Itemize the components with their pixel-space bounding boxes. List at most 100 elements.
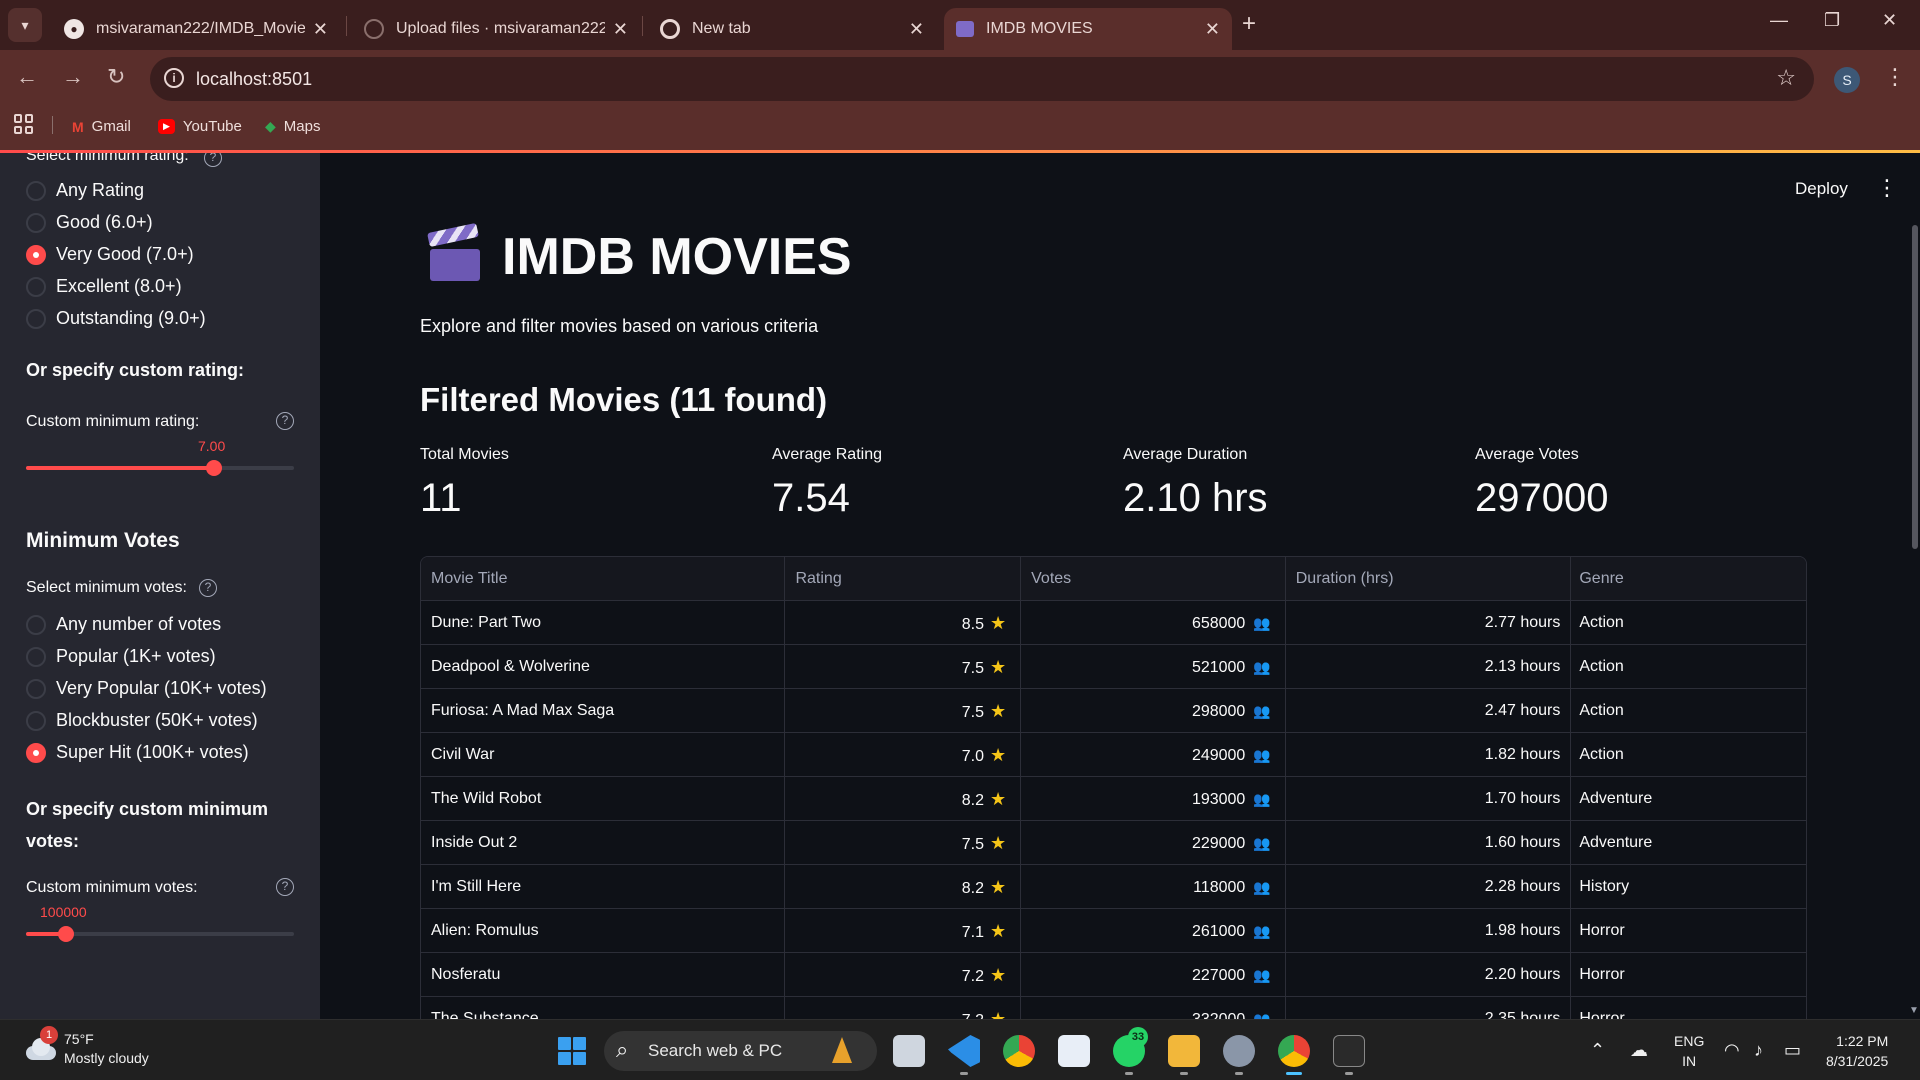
rating-option-outstanding[interactable]: Outstanding (9.0+) — [26, 308, 206, 329]
cell-votes[interactable]: 658000 👥 — [1021, 601, 1286, 644]
vscode-icon[interactable] — [948, 1035, 980, 1067]
cell-votes[interactable]: 193000 👥 — [1021, 777, 1286, 820]
cell-rating[interactable]: 7.5 ★ — [785, 689, 1022, 732]
cell-genre[interactable]: Action — [1571, 601, 1806, 644]
apps-grid-icon[interactable] — [14, 114, 34, 134]
votes-option-any[interactable]: Any number of votes — [26, 614, 221, 635]
column-header-title[interactable]: Movie Title — [421, 557, 786, 600]
cell-votes[interactable]: 332000 👥 — [1021, 997, 1286, 1019]
cell-duration[interactable]: 2.35 hours — [1286, 997, 1572, 1019]
cell-duration[interactable]: 2.28 hours — [1286, 865, 1572, 908]
custom-rating-slider[interactable] — [26, 460, 294, 476]
cell-title[interactable]: Dune: Part Two — [421, 601, 786, 644]
rating-option-very-good[interactable]: Very Good (7.0+) — [26, 244, 194, 265]
cell-duration[interactable]: 2.47 hours — [1286, 689, 1572, 732]
cell-genre[interactable]: Action — [1571, 645, 1806, 688]
cell-votes[interactable]: 261000 👥 — [1021, 909, 1286, 952]
radio-button[interactable] — [26, 180, 46, 201]
url-text[interactable]: localhost:8501 — [196, 69, 312, 90]
browser-menu-icon[interactable]: ⋮ — [1884, 64, 1906, 90]
table-row[interactable]: The Wild Robot 8.2 ★ 193000 👥 1.70 hours Adven… — [421, 777, 1806, 821]
cell-genre[interactable]: Action — [1571, 733, 1806, 776]
cell-rating[interactable]: 7.0 ★ — [785, 733, 1022, 776]
votes-option-blockbuster[interactable]: Blockbuster (50K+ votes) — [26, 710, 258, 731]
help-icon[interactable]: ? — [276, 412, 294, 430]
cell-rating[interactable]: 8.2 ★ — [785, 865, 1022, 908]
tab-new-tab[interactable]: New tab ✕ — [648, 8, 936, 50]
restore-icon[interactable]: ❐ — [1824, 10, 1840, 31]
language-indicator[interactable]: ENG IN — [1674, 1031, 1704, 1071]
tab-search-button[interactable]: ▾ — [8, 8, 42, 42]
close-tab-icon[interactable]: ✕ — [613, 19, 628, 40]
cell-title[interactable]: Alien: Romulus — [421, 909, 786, 952]
weather-widget[interactable]: 1 75°F Mostly cloudy — [22, 1026, 149, 1068]
cell-rating[interactable]: 7.1 ★ — [785, 909, 1022, 952]
cell-genre[interactable]: History — [1571, 865, 1806, 908]
terminal-icon[interactable] — [1333, 1035, 1365, 1067]
table-row[interactable]: Inside Out 2 7.5 ★ 229000 👥 1.60 hours Adventu… — [421, 821, 1806, 865]
profile-avatar[interactable]: S — [1834, 67, 1860, 93]
file-explorer-icon[interactable] — [1168, 1035, 1200, 1067]
cell-votes[interactable]: 249000 👥 — [1021, 733, 1286, 776]
radio-button[interactable] — [26, 308, 46, 329]
help-icon[interactable]: ? — [204, 153, 222, 167]
cell-genre[interactable]: Adventure — [1571, 821, 1806, 864]
column-header-genre[interactable]: Genre — [1571, 557, 1806, 600]
cell-votes[interactable]: 118000 👥 — [1021, 865, 1286, 908]
cell-title[interactable]: The Wild Robot — [421, 777, 786, 820]
votes-option-popular[interactable]: Popular (1K+ votes) — [26, 646, 216, 667]
radio-button-selected[interactable] — [26, 742, 46, 763]
cell-genre[interactable]: Adventure — [1571, 777, 1806, 820]
cell-rating[interactable]: 7.2 ★ — [785, 997, 1022, 1019]
cell-duration[interactable]: 1.98 hours — [1286, 909, 1572, 952]
close-tab-icon[interactable]: ✕ — [909, 19, 924, 40]
table-row[interactable]: Deadpool & Wolverine 7.5 ★ 521000 👥 2.13 hour… — [421, 645, 1806, 689]
help-icon[interactable]: ? — [199, 579, 217, 597]
cell-genre[interactable]: Horror — [1571, 997, 1806, 1019]
rating-option-excellent[interactable]: Excellent (8.0+) — [26, 276, 182, 297]
cell-duration[interactable]: 1.70 hours — [1286, 777, 1572, 820]
cell-duration[interactable]: 1.82 hours — [1286, 733, 1572, 776]
radio-button[interactable] — [26, 710, 46, 731]
cell-votes[interactable]: 298000 👥 — [1021, 689, 1286, 732]
forward-arrow-icon[interactable]: → — [62, 64, 84, 90]
movies-table[interactable]: Movie Title Rating Votes Duration (hrs) … — [420, 556, 1807, 1019]
table-row[interactable]: Dune: Part Two 8.5 ★ 658000 👥 2.77 hours Actio… — [421, 601, 1806, 645]
radio-button[interactable] — [26, 646, 46, 667]
votes-option-super-hit[interactable]: Super Hit (100K+ votes) — [26, 742, 249, 763]
cell-duration[interactable]: 1.60 hours — [1286, 821, 1572, 864]
table-row[interactable]: The Substance 7.2 ★ 332000 👥 2.35 hours Horror — [421, 997, 1806, 1019]
cell-genre[interactable]: Action — [1571, 689, 1806, 732]
deploy-button[interactable]: Deploy — [1795, 179, 1848, 199]
main-scrollbar[interactable] — [1912, 225, 1918, 549]
cell-rating[interactable]: 8.5 ★ — [785, 601, 1022, 644]
settings-gear-icon[interactable] — [1223, 1035, 1255, 1067]
battery-icon[interactable]: ▭ — [1784, 1040, 1801, 1061]
minimize-icon[interactable]: — — [1770, 10, 1788, 31]
tab-github-repo[interactable]: ● msivaraman222/IMDB_Movie ✕ — [52, 8, 340, 50]
chrome-icon[interactable] — [1003, 1035, 1035, 1067]
bookmark-gmail[interactable]: M Gmail — [72, 118, 131, 135]
radio-button[interactable] — [26, 614, 46, 635]
cell-rating[interactable]: 7.2 ★ — [785, 953, 1022, 996]
close-window-icon[interactable]: ✕ — [1882, 10, 1897, 31]
cell-rating[interactable]: 7.5 ★ — [785, 645, 1022, 688]
radio-button[interactable] — [26, 212, 46, 233]
close-tab-icon[interactable]: ✕ — [1205, 19, 1220, 40]
close-tab-icon[interactable]: ✕ — [313, 19, 328, 40]
notepad-icon[interactable] — [1058, 1035, 1090, 1067]
cell-title[interactable]: Civil War — [421, 733, 786, 776]
volume-icon[interactable]: ♪ — [1754, 1040, 1763, 1061]
table-row[interactable]: Alien: Romulus 7.1 ★ 261000 👥 1.98 hours Horro… — [421, 909, 1806, 953]
new-tab-button[interactable]: + — [1242, 10, 1256, 38]
cell-duration[interactable]: 2.77 hours — [1286, 601, 1572, 644]
cell-duration[interactable]: 2.13 hours — [1286, 645, 1572, 688]
cell-title[interactable]: Deadpool & Wolverine — [421, 645, 786, 688]
windows-start-icon[interactable] — [558, 1037, 586, 1065]
site-info-icon[interactable]: i — [164, 68, 184, 88]
cell-rating[interactable]: 7.5 ★ — [785, 821, 1022, 864]
tab-imdb-movies[interactable]: IMDB MOVIES ✕ — [944, 8, 1232, 50]
votes-option-very-popular[interactable]: Very Popular (10K+ votes) — [26, 678, 267, 699]
help-icon[interactable]: ? — [276, 878, 294, 896]
column-header-votes[interactable]: Votes — [1021, 557, 1286, 600]
